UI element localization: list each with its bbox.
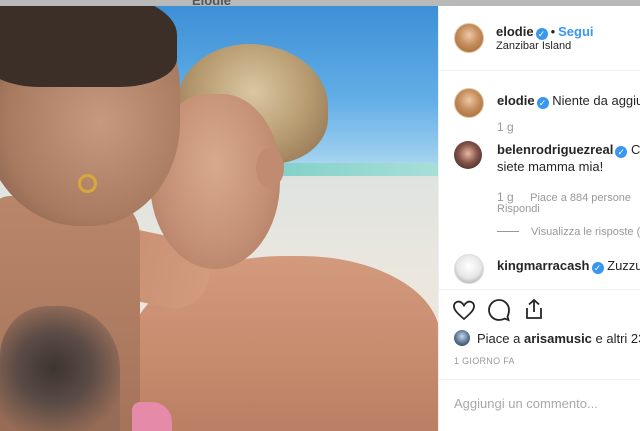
photo-earring [78,174,97,193]
photo-woman-ear [256,148,284,188]
comment-time[interactable]: 1 g [497,120,514,134]
post-header: elodie ✓ • Segui [496,23,594,41]
comment-belen: belenrodriguezreal✓ Che [497,142,640,158]
post-photo[interactable] [0,6,438,431]
view-replies[interactable]: Visualizza le risposte (5 [497,222,640,240]
comment-input-divider [439,379,640,380]
reply-button[interactable]: Rispondi [497,203,540,215]
add-comment-input[interactable]: Aggiungi un commento... [454,396,598,411]
comment-king: kingmarracash✓ Zuzzus' [497,258,640,274]
comment-text-line1: Che [630,142,640,157]
comment-avatar-elodie[interactable] [454,88,484,118]
comment-username[interactable]: elodie [497,93,535,108]
liked-by[interactable]: Piace a arisamusic e altri 231. [477,331,640,346]
comment-text-line2: siete mamma mia! [497,159,604,174]
liked-by-prefix: Piace a [477,331,524,346]
verified-badge-icon: ✓ [535,28,548,40]
header-divider [439,70,640,71]
post-side-panel: elodie ✓ • Segui Zanzibar Island elodie ✓ Ni… [438,6,640,431]
liked-by-user[interactable]: arisamusic [524,331,592,346]
comment-elodie: elodie✓ Niente da aggiun [497,93,640,109]
comment-like-count[interactable]: Piace a 884 persone [530,192,631,204]
heart-icon[interactable] [452,299,476,321]
comment-username[interactable]: belenrodriguezreal [497,142,613,157]
comment-avatar-belen[interactable] [454,141,482,169]
replies-line [497,231,519,232]
liked-by-suffix: e altri 231. [595,331,640,346]
post-time-ago[interactable]: 1 GIORNO FA [454,356,515,366]
view-replies-label[interactable]: Visualizza le risposte (5 [531,226,640,238]
verified-badge-icon: ✓ [536,97,549,109]
follow-button[interactable]: Segui [558,24,593,39]
header-separator: • [550,24,556,39]
comment-bubble-icon[interactable] [487,298,511,322]
header-username[interactable]: elodie [496,24,534,39]
share-icon[interactable] [522,297,546,321]
comment-avatar-king[interactable] [454,254,484,284]
screenshot-frame: Elodie elodie ✓ • Segui Zanzibar Island elo… [0,0,640,431]
verified-badge-icon: ✓ [591,262,604,274]
verified-badge-icon: ✓ [615,146,628,158]
comment-time[interactable]: 1 g [497,190,514,204]
comment-text: Niente da aggiun [552,93,640,108]
comment-text: Zuzzus' [607,258,640,273]
liked-by-avatar[interactable] [454,330,470,346]
actions-divider [439,289,640,290]
header-location[interactable]: Zanzibar Island [496,40,571,52]
photo-man-tattoo [0,306,120,431]
comment-username[interactable]: kingmarracash [497,258,590,273]
photo-man-hair [0,6,177,87]
header-avatar[interactable] [454,23,484,53]
